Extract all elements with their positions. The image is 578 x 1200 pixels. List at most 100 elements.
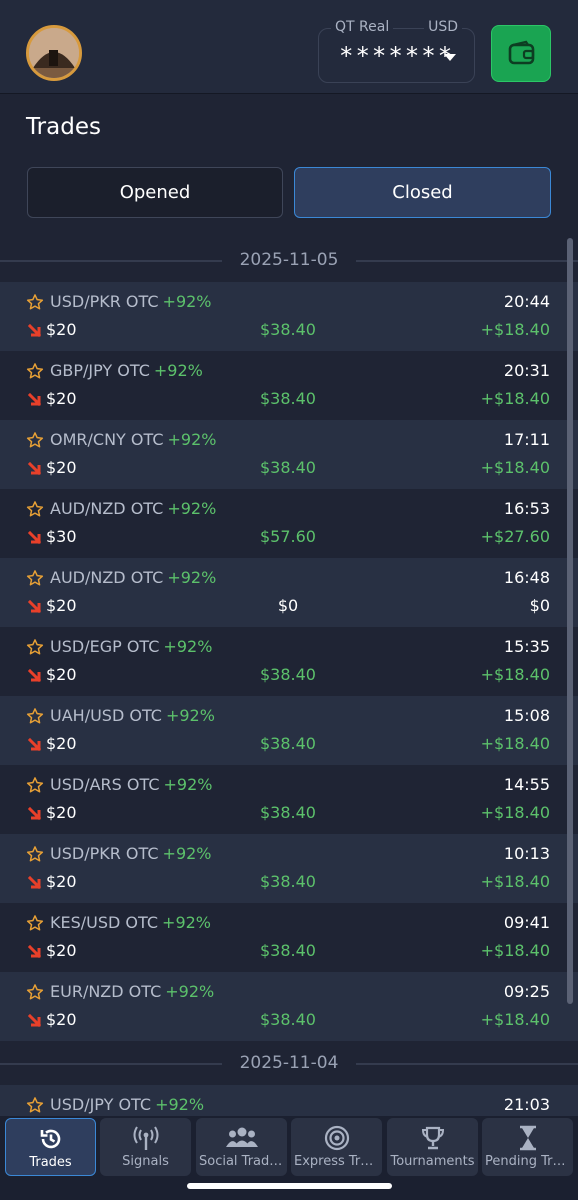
nav-social-trading[interactable]: Social Trading	[196, 1118, 287, 1176]
arrow-down-right-icon	[27, 599, 42, 618]
trade-row[interactable]: UAH/USD OTC +92% 15:08 $20 $38.40 +$18.40	[0, 696, 578, 765]
star-icon[interactable]	[26, 362, 44, 384]
star-icon[interactable]	[26, 500, 44, 522]
arrow-down-right-icon	[27, 737, 42, 756]
star-icon[interactable]	[26, 638, 44, 660]
date-separator: 2025-11-05	[0, 238, 578, 282]
trade-profit: +$18.40	[480, 320, 550, 339]
trade-pair-name: USD/PKR OTC	[50, 844, 159, 863]
trade-row[interactable]: USD/PKR OTC +92% 10:13 $20 $38.40 +$18.40	[0, 834, 578, 903]
avatar[interactable]	[26, 25, 82, 81]
arrow-down-right-icon	[27, 668, 42, 687]
date-label: 2025-11-04	[239, 1053, 339, 1073]
trade-amount: $30	[46, 527, 77, 546]
trade-amount: $20	[46, 665, 77, 684]
trade-profit: $0	[529, 596, 550, 615]
arrow-down-right-icon	[27, 530, 42, 549]
trade-row[interactable]: OMR/CNY OTC +92% 17:11 $20 $38.40 +$18.40	[0, 420, 578, 489]
arrow-down-right-icon	[27, 392, 42, 411]
trade-pair-name: USD/ARS OTC	[50, 775, 160, 794]
trade-profit: +$27.60	[480, 527, 550, 546]
arrow-down-right-icon	[27, 944, 42, 963]
trade-pair: USD/JPY OTC +92%	[50, 1095, 204, 1114]
trade-pair: OMR/CNY OTC +92%	[50, 430, 216, 449]
scrollbar[interactable]	[567, 238, 573, 1004]
top-bar: QT Real USD *******	[0, 0, 578, 94]
trade-pair-name: AUD/NZD OTC	[50, 568, 164, 587]
trade-row[interactable]: AUD/NZD OTC +92% 16:53 $30 $57.60 +$27.60	[0, 489, 578, 558]
trade-payout: $38.40	[260, 1010, 316, 1029]
trade-time: 21:03	[503, 1095, 550, 1114]
nav-pending-trades[interactable]: Pending Trades	[482, 1118, 573, 1176]
tab-opened[interactable]: Opened	[27, 167, 283, 218]
nav-label: Trades	[29, 1155, 72, 1170]
star-icon[interactable]	[26, 431, 44, 453]
trade-pair: AUD/NZD OTC +92%	[50, 499, 216, 518]
trade-payout: $38.40	[260, 458, 316, 477]
trade-payout: $38.40	[260, 734, 316, 753]
star-icon[interactable]	[26, 983, 44, 1005]
trade-payout: $38.40	[260, 941, 316, 960]
trade-row[interactable]: USD/EGP OTC +92% 15:35 $20 $38.40 +$18.40	[0, 627, 578, 696]
trade-pair-name: UAH/USD OTC	[50, 706, 162, 725]
arrow-down-right-icon	[27, 875, 42, 894]
trade-pair: UAH/USD OTC +92%	[50, 706, 215, 725]
trade-percent: +92%	[167, 430, 217, 449]
trade-time: 20:44	[503, 292, 550, 311]
trade-profit: +$18.40	[480, 665, 550, 684]
trade-time: 16:48	[503, 568, 550, 587]
star-icon[interactable]	[26, 569, 44, 591]
nav-signals[interactable]: Signals	[100, 1118, 191, 1176]
home-indicator[interactable]	[187, 1183, 392, 1189]
trade-time: 20:31	[503, 361, 550, 380]
star-icon[interactable]	[26, 914, 44, 936]
trade-row[interactable]: EUR/NZD OTC +92% 09:25 $20 $38.40 +$18.40	[0, 972, 578, 1041]
trade-row[interactable]: KES/USD OTC +92% 09:41 $20 $38.40 +$18.40	[0, 903, 578, 972]
trade-profit: +$18.40	[480, 872, 550, 891]
nav-label: Express Trades	[294, 1154, 379, 1169]
trade-row[interactable]: USD/JPY OTC +92% 21:03	[0, 1085, 578, 1116]
trade-pair: GBP/JPY OTC +92%	[50, 361, 203, 380]
wallet-button[interactable]	[491, 25, 551, 82]
trades-list[interactable]: 2025-11-05 USD/PKR OTC +92% 20:44 $20 $38.40 +…	[0, 238, 578, 1116]
trade-row[interactable]: AUD/NZD OTC +92% 16:48 $20 $0 $0	[0, 558, 578, 627]
account-balance: *******	[339, 42, 455, 70]
arrow-down-right-icon	[27, 806, 42, 825]
trade-pair: USD/PKR OTC +92%	[50, 292, 212, 311]
trade-profit: +$18.40	[480, 734, 550, 753]
star-icon[interactable]	[26, 845, 44, 867]
star-icon[interactable]	[26, 776, 44, 798]
trade-pair: USD/ARS OTC +92%	[50, 775, 212, 794]
trade-profit: +$18.40	[480, 803, 550, 822]
trade-amount: $20	[46, 872, 77, 891]
account-selector[interactable]: QT Real USD *******	[318, 19, 475, 83]
trade-percent: +92%	[167, 499, 217, 518]
nav-express-trades[interactable]: Express Trades	[291, 1118, 382, 1176]
trade-payout: $38.40	[260, 665, 316, 684]
trade-time: 16:53	[503, 499, 550, 518]
trade-percent: +92%	[162, 913, 211, 932]
star-icon[interactable]	[26, 293, 44, 315]
trade-time: 15:08	[503, 706, 550, 725]
star-icon[interactable]	[26, 707, 44, 729]
trade-profit: +$18.40	[480, 389, 550, 408]
trade-pair-name: EUR/NZD OTC	[50, 982, 162, 1001]
nav-tournaments[interactable]: Tournaments	[387, 1118, 478, 1176]
trade-payout: $38.40	[260, 320, 316, 339]
trade-profit: +$18.40	[480, 941, 550, 960]
page-title: Trades	[26, 114, 101, 140]
trade-amount: $20	[46, 1010, 77, 1029]
tab-closed[interactable]: Closed	[294, 167, 551, 218]
trade-pair-name: USD/EGP OTC	[50, 637, 160, 656]
trade-row[interactable]: GBP/JPY OTC +92% 20:31 $20 $38.40 +$18.40	[0, 351, 578, 420]
trade-time: 17:11	[503, 430, 550, 449]
nav-label: Pending Trades	[485, 1154, 570, 1169]
trade-amount: $20	[46, 389, 77, 408]
trade-pair-name: USD/JPY OTC	[50, 1095, 152, 1114]
trade-row[interactable]: USD/ARS OTC +92% 14:55 $20 $38.40 +$18.40	[0, 765, 578, 834]
nav-label: Tournaments	[390, 1154, 475, 1169]
arrow-down-right-icon	[27, 461, 42, 480]
star-icon[interactable]	[26, 1096, 44, 1116]
nav-trades[interactable]: Trades	[5, 1118, 96, 1176]
trade-row[interactable]: USD/PKR OTC +92% 20:44 $20 $38.40 +$18.40	[0, 282, 578, 351]
